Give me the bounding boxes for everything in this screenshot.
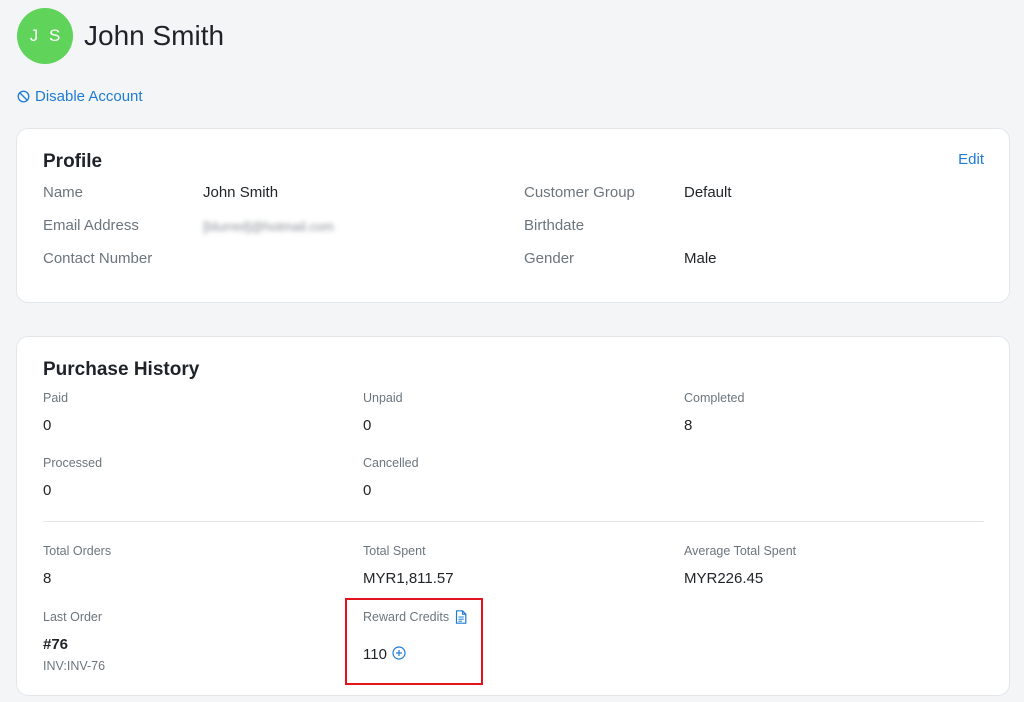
completed-label: Completed: [684, 391, 745, 405]
name-label: Name: [43, 184, 84, 201]
unpaid-label: Unpaid: [363, 391, 403, 405]
total-spent-value: MYR1,811.57: [363, 570, 454, 587]
average-spent-label: Average Total Spent: [684, 544, 797, 558]
last-order-label: Last Order: [43, 610, 103, 624]
purchase-history-title: Purchase History: [43, 359, 200, 380]
purchase-history-card: Purchase History Paid 0 Unpaid 0 Complet…: [16, 336, 1010, 696]
paid-value: 0: [43, 417, 52, 434]
email-label: Email Address: [43, 217, 139, 234]
edit-profile-link[interactable]: Edit: [958, 151, 984, 168]
page-title: John Smith: [84, 20, 225, 51]
email-value: [blurred]@hotmail.com: [203, 219, 334, 234]
birthdate-label: Birthdate: [524, 217, 585, 234]
profile-card: Profile Edit Name John Smith Email Addre…: [16, 128, 1010, 303]
customer-group-label: Customer Group: [524, 184, 635, 201]
total-spent-label: Total Spent: [363, 544, 426, 558]
total-orders-label: Total Orders: [43, 544, 112, 558]
completed-value: 8: [684, 417, 693, 434]
average-spent-value: MYR226.45: [684, 570, 764, 587]
cancelled-value: 0: [363, 482, 372, 499]
avatar: J S: [17, 8, 73, 64]
divider: [43, 521, 984, 522]
gender-label: Gender: [524, 250, 575, 267]
paid-label: Paid: [43, 391, 69, 405]
gender-value: Male: [684, 250, 717, 267]
name-value: John Smith: [203, 184, 279, 201]
contact-label: Contact Number: [43, 250, 153, 267]
total-orders-value: 8: [43, 570, 52, 587]
profile-title: Profile: [43, 151, 103, 172]
disable-account-link[interactable]: Disable Account: [17, 88, 143, 105]
customer-header: J S John Smith: [17, 8, 224, 64]
last-order-link[interactable]: #76: [43, 636, 68, 653]
reward-credits-highlight: [345, 598, 483, 685]
cancelled-label: Cancelled: [363, 456, 419, 470]
processed-value: 0: [43, 482, 52, 499]
unpaid-value: 0: [363, 417, 372, 434]
ban-icon: [17, 90, 30, 103]
disable-account-label: Disable Account: [35, 88, 143, 105]
last-order-invoice: INV:INV-76: [43, 659, 106, 673]
processed-label: Processed: [43, 456, 103, 470]
customer-group-value: Default: [684, 184, 732, 201]
